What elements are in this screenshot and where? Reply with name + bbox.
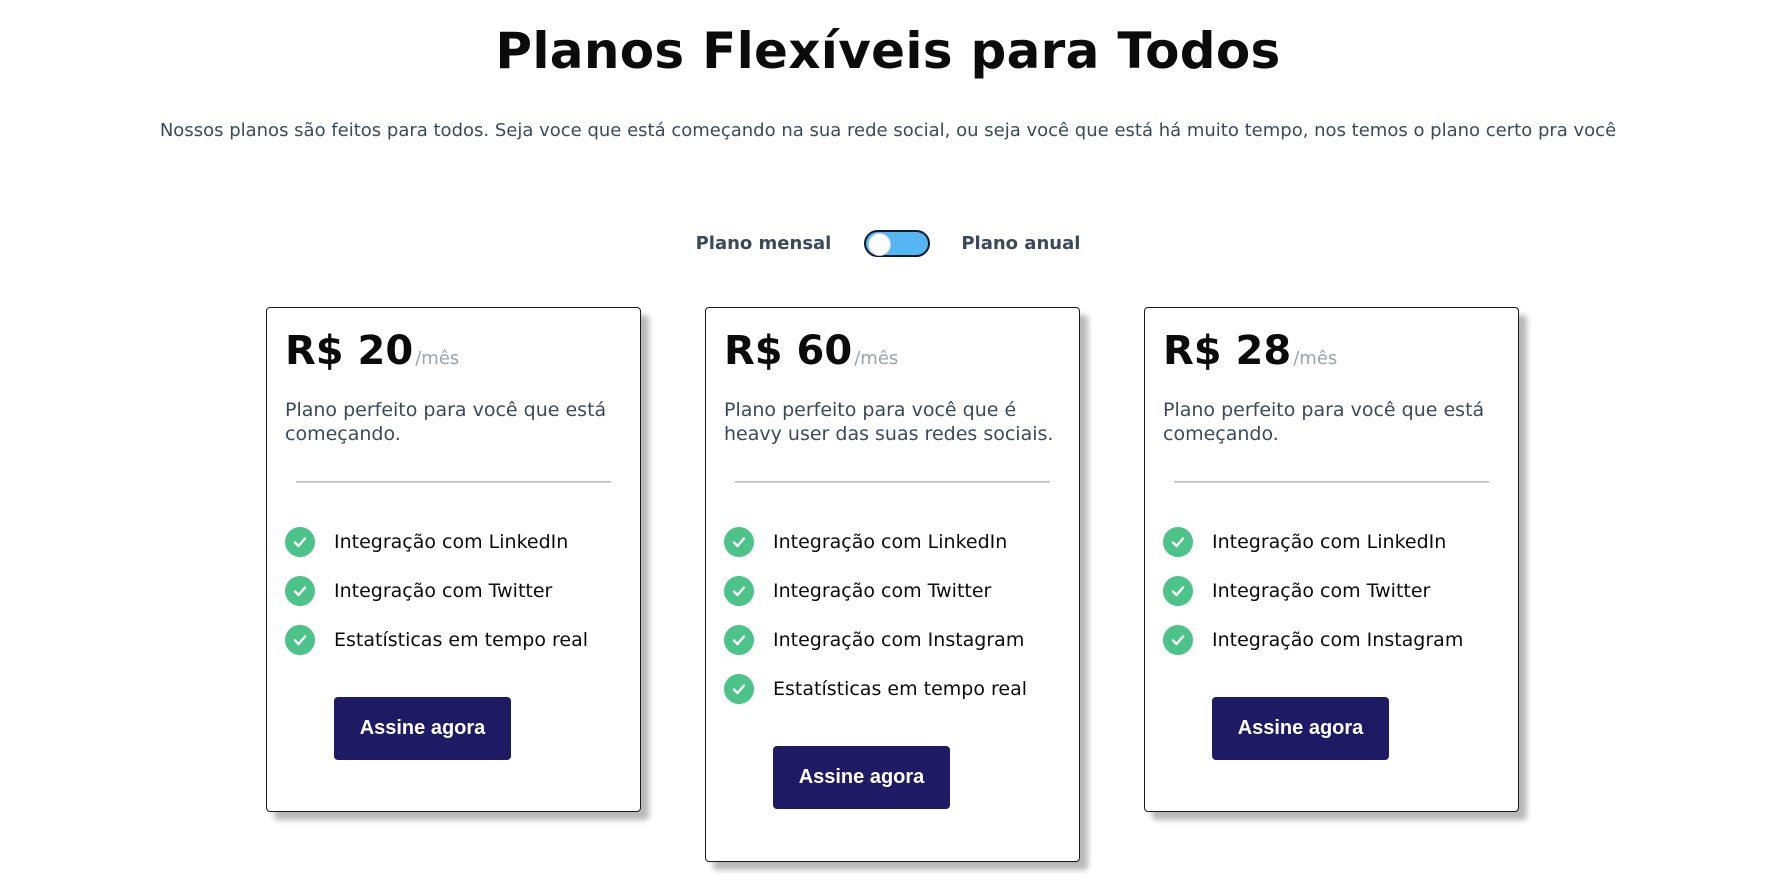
plan-price: R$ 28 [1163, 328, 1292, 374]
page-title: Planos Flexíveis para Todos [495, 22, 1281, 80]
check-circle-icon [285, 526, 315, 557]
feature-text: Integração com Instagram [773, 628, 1025, 651]
plan-price: R$ 20 [285, 328, 414, 374]
feature-item: Integração com Instagram [1163, 615, 1500, 664]
feature-item: Estatísticas em tempo real [285, 615, 622, 664]
subscribe-button[interactable]: Assine agora [334, 697, 511, 760]
feature-text: Integração com Twitter [1212, 579, 1431, 602]
divider [1174, 481, 1489, 483]
feature-text: Integração com Twitter [334, 579, 553, 602]
feature-item: Integração com Twitter [285, 566, 622, 615]
plan-card-heavy: R$ 60 /mês Plano perfeito para você que … [705, 307, 1080, 862]
check-circle-icon [1163, 526, 1193, 557]
feature-text: Estatísticas em tempo real [334, 628, 588, 651]
plan-description: Plano perfeito para você que está começa… [285, 399, 607, 445]
plan-price: R$ 60 [724, 328, 853, 374]
check-circle-icon [724, 624, 754, 655]
plan-period: /mês [415, 348, 460, 369]
divider [296, 481, 611, 483]
billing-toggle-row: Plano mensal Plano anual [0, 230, 1776, 257]
check-circle-icon [724, 575, 754, 606]
subscribe-button[interactable]: Assine agora [773, 746, 950, 809]
check-circle-icon [285, 624, 315, 655]
plan-description: Plano perfeito para você que é heavy use… [724, 399, 1054, 445]
feature-item: Integração com Twitter [1163, 566, 1500, 615]
feature-item: Integração com Instagram [724, 615, 1061, 664]
check-circle-icon [1163, 624, 1193, 655]
feature-item: Integração com Twitter [724, 566, 1061, 615]
feature-text: Integração com LinkedIn [334, 530, 569, 553]
page-subtitle: Nossos planos são feitos para todos. Sej… [159, 120, 1617, 141]
price-row: R$ 28 /mês [1163, 328, 1500, 386]
feature-text: Integração com Twitter [773, 579, 992, 602]
feature-item: Estatísticas em tempo real [724, 664, 1061, 713]
feature-text: Integração com LinkedIn [773, 530, 1008, 553]
price-row: R$ 60 /mês [724, 328, 1061, 386]
feature-item: Integração com LinkedIn [285, 517, 622, 566]
divider [735, 481, 1050, 483]
toggle-knob[interactable] [868, 233, 892, 256]
feature-item: Integração com LinkedIn [724, 517, 1061, 566]
feature-item: Integração com LinkedIn [1163, 517, 1500, 566]
check-circle-icon [285, 575, 315, 606]
billing-toggle[interactable] [864, 230, 931, 257]
check-circle-icon [1163, 575, 1193, 606]
feature-text: Estatísticas em tempo real [773, 677, 1027, 700]
feature-text: Integração com LinkedIn [1212, 530, 1447, 553]
price-row: R$ 20 /mês [285, 328, 622, 386]
annual-label[interactable]: Plano anual [961, 233, 1080, 254]
check-circle-icon [724, 526, 754, 557]
plan-description: Plano perfeito para você que está começa… [1163, 399, 1485, 445]
subscribe-button[interactable]: Assine agora [1212, 697, 1389, 760]
plan-card-starter-plus: R$ 28 /mês Plano perfeito para você que … [1144, 307, 1519, 812]
feature-list: Integração com LinkedIn Integração com T… [724, 517, 1061, 713]
feature-list: Integração com LinkedIn Integração com T… [1163, 517, 1500, 664]
plan-card-basic: R$ 20 /mês Plano perfeito para você que … [266, 307, 641, 812]
check-circle-icon [724, 673, 754, 704]
plan-period: /mês [854, 348, 899, 369]
plan-period: /mês [1293, 348, 1338, 369]
feature-text: Integração com Instagram [1212, 628, 1464, 651]
monthly-label[interactable]: Plano mensal [696, 233, 832, 254]
feature-list: Integração com LinkedIn Integração com T… [285, 517, 622, 664]
